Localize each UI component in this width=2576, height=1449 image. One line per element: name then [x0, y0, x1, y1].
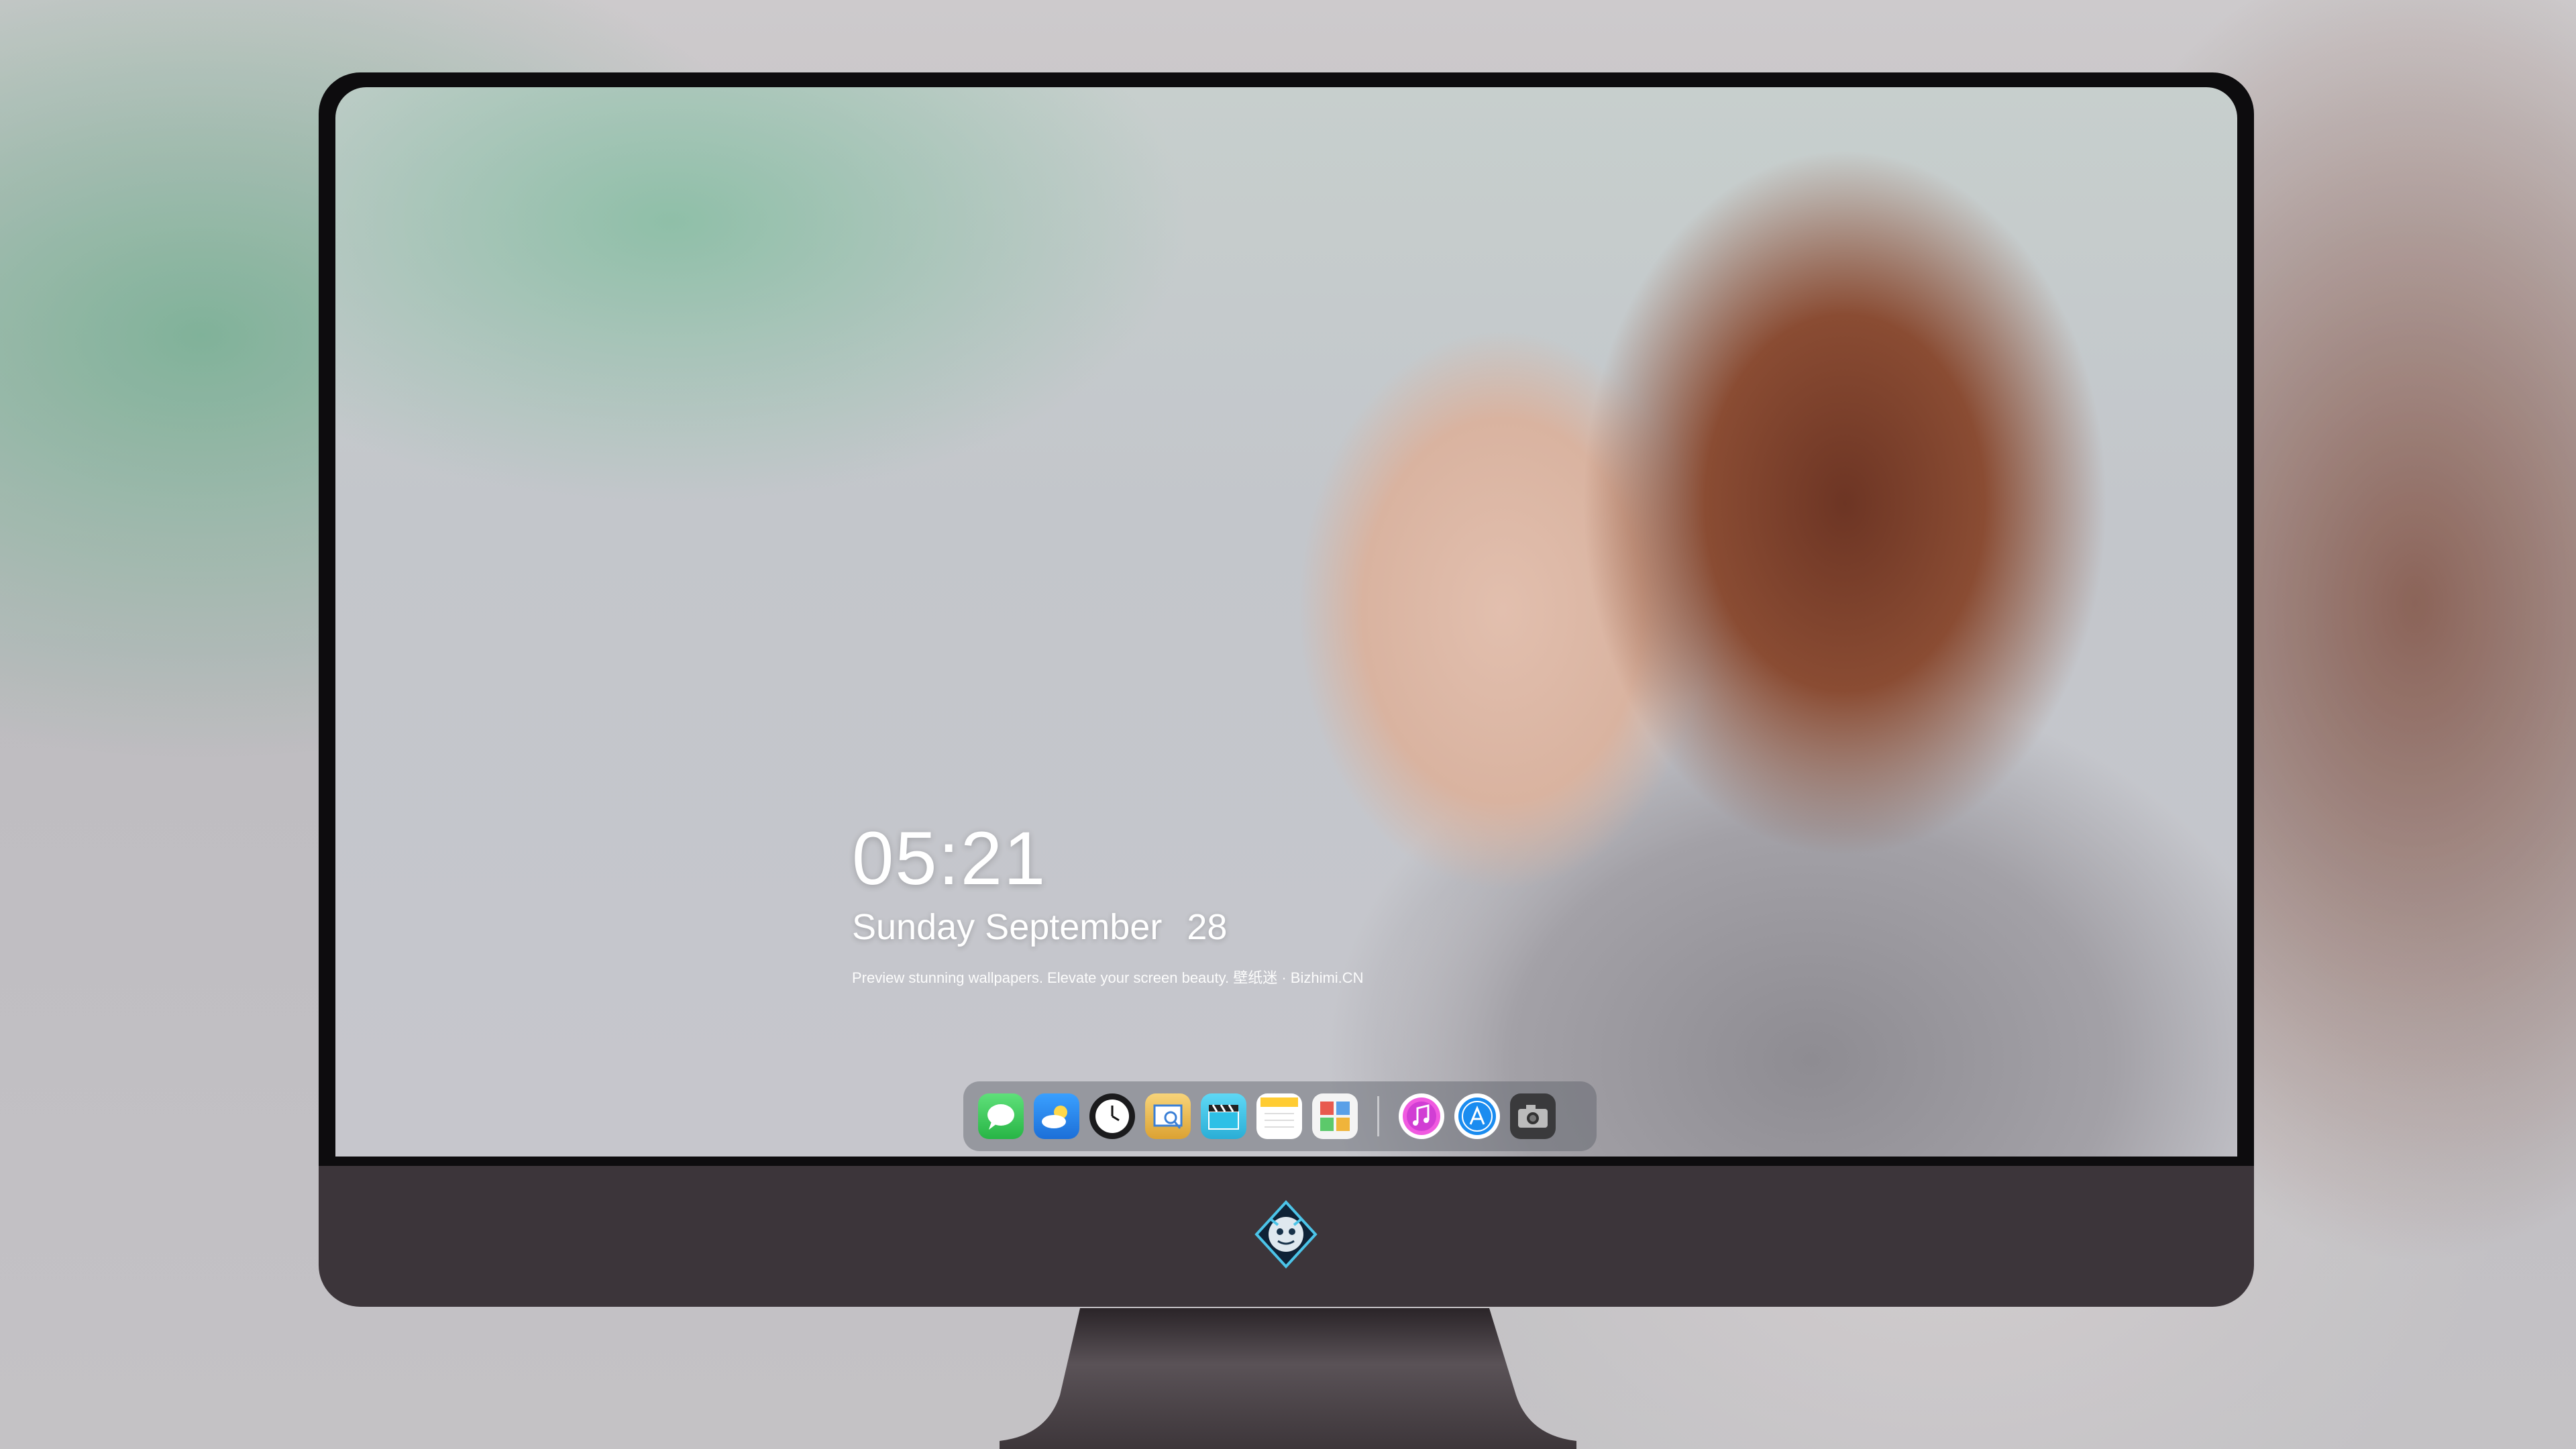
- clock-date: Sunday September 28: [852, 906, 1364, 949]
- preview-icon[interactable]: [1145, 1093, 1191, 1139]
- monitor-stand: [1000, 1308, 1576, 1449]
- dock-separator: [1377, 1096, 1379, 1136]
- messages-icon[interactable]: [978, 1093, 1024, 1139]
- app-store-icon[interactable]: [1454, 1093, 1500, 1139]
- date-day: 28: [1187, 907, 1228, 947]
- brand-logo-icon: [1254, 1200, 1318, 1269]
- monitor-bezel: 05:21 Sunday September 28 Preview stunni…: [319, 72, 2254, 1166]
- tagline: Preview stunning wallpapers. Elevate you…: [852, 969, 1364, 986]
- photo-booth-icon[interactable]: [1312, 1093, 1358, 1139]
- date-month: September: [985, 907, 1163, 947]
- notes-icon[interactable]: [1256, 1093, 1302, 1139]
- clock-time: 05:21: [852, 816, 1047, 900]
- dock: [963, 1081, 1597, 1151]
- weather-icon[interactable]: [1034, 1093, 1079, 1139]
- camera-icon[interactable]: [1510, 1093, 1556, 1139]
- lock-screen-widget: 05:21 Sunday September 28 Preview stunni…: [852, 818, 1364, 987]
- screen-bottom-edge: [319, 1157, 2254, 1166]
- clock-icon[interactable]: [1089, 1093, 1135, 1139]
- movie-clapper-icon[interactable]: [1201, 1093, 1246, 1139]
- lock-screen-wallpaper: 05:21 Sunday September 28 Preview stunni…: [335, 87, 2237, 1157]
- date-weekday: Sunday: [852, 907, 975, 947]
- monitor-frame: 05:21 Sunday September 28 Preview stunni…: [319, 72, 2254, 1307]
- itunes-icon[interactable]: [1399, 1093, 1444, 1139]
